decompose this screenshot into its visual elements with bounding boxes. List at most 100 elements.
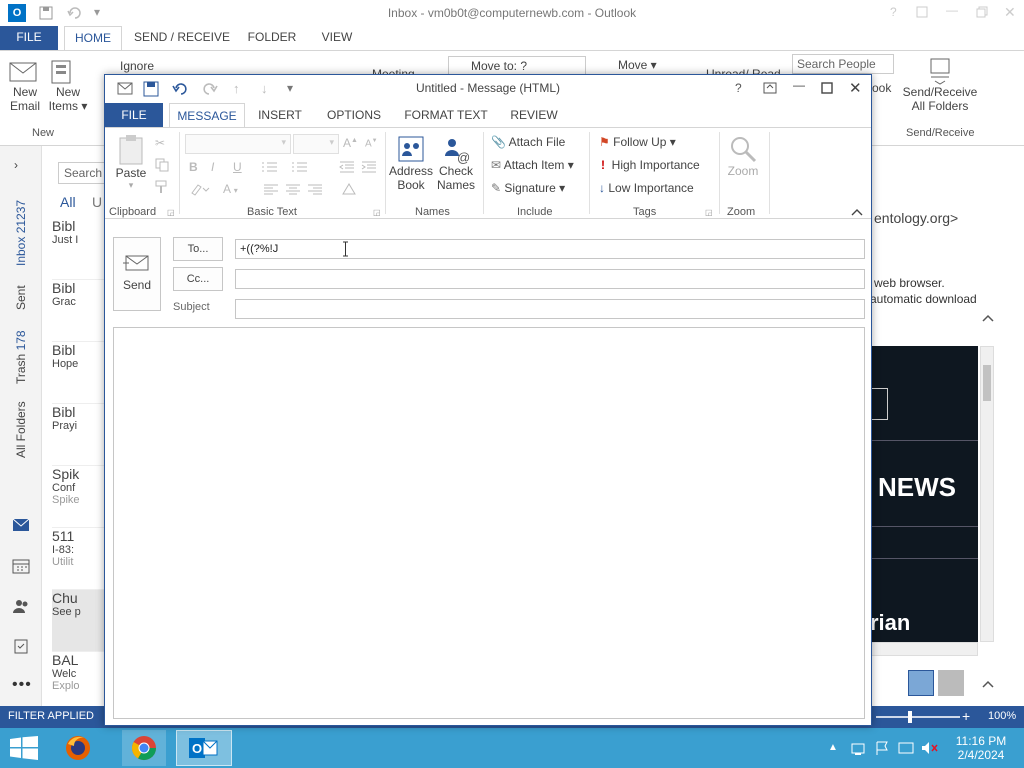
info-bar-line-1[interactable]: web browser.: [874, 276, 945, 290]
compose-tab-insert[interactable]: INSERT: [253, 103, 307, 127]
tab-home[interactable]: HOME: [64, 26, 122, 50]
cc-button[interactable]: Cc...: [173, 267, 223, 291]
scrollbar-thumb[interactable]: [983, 365, 991, 401]
start-button-icon[interactable]: [10, 736, 38, 760]
underline-icon[interactable]: U: [233, 160, 242, 174]
ribbon-display-icon[interactable]: [916, 6, 928, 18]
firefox-icon[interactable]: [64, 734, 96, 762]
people-pane-contact-icon[interactable]: [908, 670, 934, 696]
close-icon[interactable]: ✕: [1004, 4, 1016, 21]
people-icon[interactable]: [12, 598, 30, 614]
subject-field[interactable]: [235, 299, 865, 319]
reading-horizontal-scrollbar[interactable]: [870, 642, 978, 656]
outlook-taskbar-button[interactable]: O: [176, 730, 232, 766]
tray-monitor-icon[interactable]: [898, 740, 914, 756]
clear-formatting-icon[interactable]: [341, 182, 357, 198]
compose-maximize-icon[interactable]: [821, 82, 833, 94]
clipboard-launcher-icon[interactable]: ◲: [167, 208, 175, 217]
cut-icon[interactable]: ✂: [155, 136, 165, 150]
align-left-icon[interactable]: [263, 184, 279, 196]
address-book-button[interactable]: Address Book: [389, 134, 433, 192]
signature-button[interactable]: ✎ Signature ▾: [491, 178, 565, 198]
check-names-button[interactable]: @ Check Names: [435, 134, 477, 192]
highlight-icon[interactable]: [189, 182, 211, 196]
grow-font-icon[interactable]: A▲: [343, 136, 358, 150]
zoom-level[interactable]: 100%: [988, 710, 1016, 722]
collapse-header-icon[interactable]: [982, 314, 994, 322]
search-people-input[interactable]: Search People: [792, 54, 894, 74]
low-importance-button[interactable]: ↓ Low Importance: [599, 178, 694, 198]
people-pane-collapse-icon[interactable]: [982, 680, 994, 688]
basic-text-launcher-icon[interactable]: ◲: [373, 208, 381, 217]
nav-all-folders[interactable]: All Folders: [10, 401, 38, 462]
tab-send-receive[interactable]: SEND / RECEIVE: [132, 26, 232, 50]
message-body[interactable]: [113, 327, 865, 719]
to-field[interactable]: +((?%!J: [235, 239, 865, 259]
attach-item-button[interactable]: ✉ Attach Item ▾: [491, 155, 574, 175]
minimize-icon[interactable]: —: [946, 3, 958, 17]
decrease-indent-icon[interactable]: [339, 161, 355, 173]
increase-indent-icon[interactable]: [361, 161, 377, 173]
send-button[interactable]: Send: [113, 237, 161, 311]
ignore-button[interactable]: Ignore: [120, 59, 154, 73]
high-importance-button[interactable]: ! High Importance: [601, 155, 700, 175]
cc-field[interactable]: [235, 269, 865, 289]
volume-muted-icon[interactable]: [920, 740, 938, 756]
tab-view[interactable]: VIEW: [312, 26, 362, 50]
to-button[interactable]: To...: [173, 237, 223, 261]
nav-sent[interactable]: Sent: [10, 284, 38, 316]
nav-inbox[interactable]: Inbox 21237: [10, 190, 38, 270]
compose-tab-format-text[interactable]: FORMAT TEXT: [401, 103, 491, 127]
expand-folder-pane-icon[interactable]: ›: [14, 158, 18, 172]
system-clock[interactable]: 11:16 PM 2/4/2024: [950, 734, 1012, 762]
bullets-icon[interactable]: [261, 161, 283, 173]
zoom-slider-thumb[interactable]: [908, 711, 912, 723]
more-icon[interactable]: •••: [12, 676, 32, 694]
font-name-select[interactable]: ▾: [185, 134, 291, 154]
numbering-icon[interactable]: [291, 161, 313, 173]
move-to-quickstep[interactable]: Move to: ?: [448, 56, 586, 76]
tags-launcher-icon[interactable]: ◲: [705, 208, 713, 217]
zoom-slider[interactable]: [876, 711, 960, 723]
attach-file-button[interactable]: 📎 Attach File: [491, 132, 565, 152]
compose-minimize-icon[interactable]: —: [793, 78, 805, 92]
tasks-icon[interactable]: [12, 638, 30, 654]
italic-icon[interactable]: I: [211, 160, 214, 174]
compose-close-icon[interactable]: ✕: [849, 79, 862, 97]
help-icon[interactable]: ?: [890, 5, 897, 19]
bold-icon[interactable]: B: [189, 160, 198, 174]
new-email-button[interactable]: New Email: [8, 59, 42, 113]
paste-button[interactable]: Paste ▾: [113, 134, 149, 191]
compose-tab-message[interactable]: MESSAGE: [169, 103, 245, 127]
copy-icon[interactable]: [155, 158, 169, 172]
align-center-icon[interactable]: [285, 184, 301, 196]
zoom-button[interactable]: Zoom: [723, 134, 763, 178]
tray-network-icon[interactable]: [850, 740, 866, 756]
tab-file[interactable]: FILE: [0, 26, 58, 50]
show-hidden-icons[interactable]: ▲: [828, 742, 838, 753]
info-bar-line-2[interactable]: automatic download: [870, 292, 977, 306]
restore-icon[interactable]: [976, 6, 988, 18]
format-painter-icon[interactable]: [155, 180, 169, 194]
new-items-button[interactable]: New Items ▾: [48, 59, 88, 113]
send-receive-all-button[interactable]: Send/Receive All Folders: [902, 57, 978, 113]
action-center-flag-icon[interactable]: [874, 740, 890, 756]
align-right-icon[interactable]: [307, 184, 323, 196]
nav-trash[interactable]: Trash 178: [10, 328, 38, 388]
address-book-button-fragment[interactable]: ook: [872, 81, 891, 95]
compose-help-icon[interactable]: ?: [735, 81, 742, 95]
collapse-ribbon-icon[interactable]: [851, 208, 863, 216]
people-pane-contact-icon-2[interactable]: [938, 670, 964, 696]
mail-icon[interactable]: [12, 518, 30, 532]
font-size-select[interactable]: ▾: [293, 134, 339, 154]
zoom-in-icon[interactable]: +: [962, 708, 970, 724]
shrink-font-icon[interactable]: A▼: [365, 138, 378, 149]
filter-all[interactable]: All: [60, 194, 76, 210]
compose-tab-options[interactable]: OPTIONS: [321, 103, 387, 127]
tab-folder[interactable]: FOLDER: [240, 26, 304, 50]
filter-unread[interactable]: U: [92, 194, 102, 210]
move-button[interactable]: Move ▾: [618, 58, 657, 72]
calendar-icon[interactable]: [12, 558, 30, 574]
reading-vertical-scrollbar[interactable]: [980, 346, 994, 642]
follow-up-button[interactable]: ⚑ Follow Up ▾: [599, 132, 676, 152]
